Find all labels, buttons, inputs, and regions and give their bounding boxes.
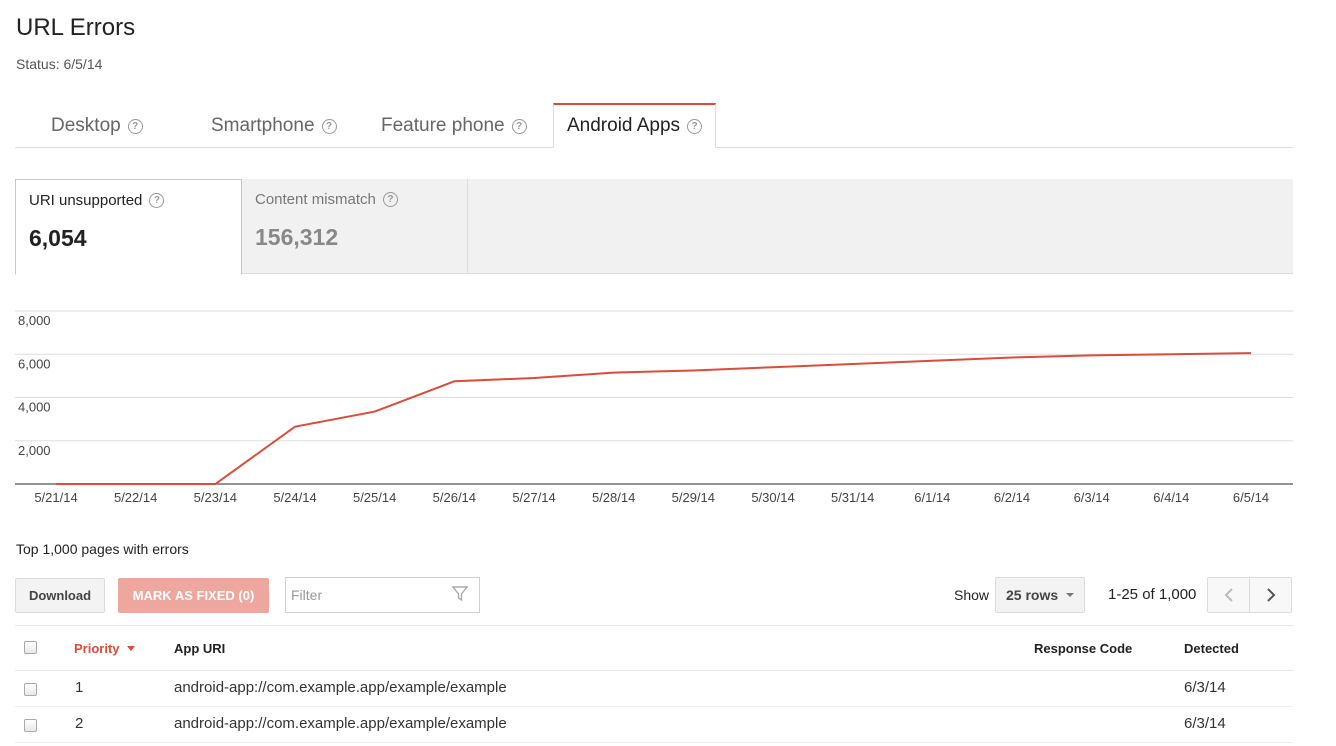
x-tick-label: 5/24/14 [273, 490, 316, 505]
tab-label: Desktop [51, 115, 121, 136]
previous-page-button[interactable] [1207, 577, 1250, 613]
mark-as-fixed-button[interactable]: MARK AS FIXED (0) [118, 578, 269, 613]
x-tick-label: 5/30/14 [751, 490, 794, 505]
filter-input[interactable] [286, 578, 446, 612]
metric-label: Content mismatch [255, 191, 376, 208]
priority-cell: 1 [75, 679, 84, 696]
x-tick-label: 5/21/14 [34, 490, 77, 505]
funnel-icon[interactable] [452, 586, 468, 602]
row-checkbox[interactable] [24, 719, 37, 732]
detected-cell: 6/3/14 [1184, 679, 1226, 696]
x-tick-label: 6/5/14 [1233, 490, 1269, 505]
detected-cell: 6/3/14 [1184, 715, 1226, 732]
tab-label: Feature phone [381, 115, 505, 136]
x-tick-label: 5/28/14 [592, 490, 635, 505]
status-date: Status: 6/5/14 [16, 56, 103, 72]
sort-descending-icon [126, 646, 135, 651]
y-tick-label: 4,000 [18, 400, 51, 415]
column-label: Priority [74, 641, 120, 656]
app-uri-cell[interactable]: android-app://com.example.app/example/ex… [174, 715, 507, 732]
tab-desktop[interactable]: Desktop ? [51, 104, 143, 148]
app-uri-column-header[interactable]: App URI [174, 641, 225, 656]
x-tick-label: 6/4/14 [1153, 490, 1189, 505]
table-header: Priority App URI Response Code Detected [15, 625, 1293, 671]
page-title: URL Errors [16, 14, 136, 41]
caret-down-icon [1066, 593, 1075, 597]
tab-smartphone[interactable]: Smartphone ? [211, 104, 337, 148]
x-tick-label: 6/3/14 [1074, 490, 1110, 505]
next-page-button[interactable] [1249, 577, 1292, 613]
tab-label: Smartphone [211, 115, 315, 136]
metric-value: 6,054 [29, 225, 87, 251]
metric-value: 156,312 [255, 224, 339, 250]
x-tick-label: 5/29/14 [672, 490, 715, 505]
metric-content-mismatch[interactable]: Content mismatch ? 156,312 [242, 179, 468, 274]
table-row[interactable]: 1 android-app://com.example.app/example/… [15, 671, 1293, 707]
help-icon[interactable]: ? [687, 118, 703, 134]
show-label: Show [954, 587, 990, 603]
response-code-column-header[interactable]: Response Code [1034, 641, 1132, 656]
x-tick-label: 5/22/14 [114, 490, 157, 505]
x-tick-label: 5/25/14 [353, 490, 396, 505]
app-uri-cell[interactable]: android-app://com.example.app/example/ex… [174, 679, 507, 696]
table-row[interactable]: 2 android-app://com.example.app/example/… [15, 707, 1293, 743]
rows-per-page-select[interactable]: 25 rows [995, 577, 1085, 613]
y-tick-label: 8,000 [18, 313, 51, 328]
chevron-left-icon [1224, 588, 1233, 602]
chevron-right-icon [1266, 588, 1275, 602]
errors-line-chart: 8,000 6,000 4,000 2,000 5/21/14 5/22/14 5/23/1… [15, 310, 1293, 505]
priority-cell: 2 [75, 715, 84, 732]
metric-uri-unsupported[interactable]: URI unsupported ? 6,054 [15, 179, 242, 275]
detected-column-header[interactable]: Detected [1184, 641, 1239, 656]
tab-label: Android Apps [567, 115, 681, 136]
rows-per-page-value: 25 rows [1006, 587, 1059, 603]
x-tick-label: 5/31/14 [831, 490, 874, 505]
select-all-checkbox[interactable] [24, 641, 37, 654]
tab-feature-phone[interactable]: Feature phone ? [381, 104, 527, 148]
help-icon[interactable]: ? [149, 193, 165, 208]
error-summary: URI unsupported ? 6,054 Content mismatch… [15, 179, 1293, 275]
table-title: Top 1,000 pages with errors [16, 541, 189, 557]
metric-label: URI unsupported [29, 192, 143, 209]
x-tick-label: 6/2/14 [994, 490, 1030, 505]
device-tabs: Desktop ? Smartphone ? Feature phone ? A… [15, 103, 1293, 148]
help-icon[interactable]: ? [511, 118, 527, 134]
x-tick-label: 5/26/14 [433, 490, 476, 505]
x-tick-label: 6/1/14 [914, 490, 950, 505]
y-tick-label: 2,000 [18, 443, 51, 458]
tab-android-apps[interactable]: Android Apps ? [553, 103, 717, 148]
help-icon[interactable]: ? [321, 118, 337, 134]
help-icon[interactable]: ? [127, 118, 143, 134]
x-tick-label: 5/27/14 [512, 490, 555, 505]
x-tick-label: 5/23/14 [194, 490, 237, 505]
series-line [56, 352, 1252, 485]
pagination-range: 1-25 of 1,000 [1108, 586, 1197, 603]
filter-field [285, 577, 480, 613]
priority-column-header[interactable]: Priority [74, 641, 135, 656]
row-checkbox[interactable] [24, 683, 37, 696]
help-icon[interactable]: ? [382, 192, 398, 207]
y-tick-label: 6,000 [18, 356, 51, 371]
download-button[interactable]: Download [15, 578, 105, 613]
